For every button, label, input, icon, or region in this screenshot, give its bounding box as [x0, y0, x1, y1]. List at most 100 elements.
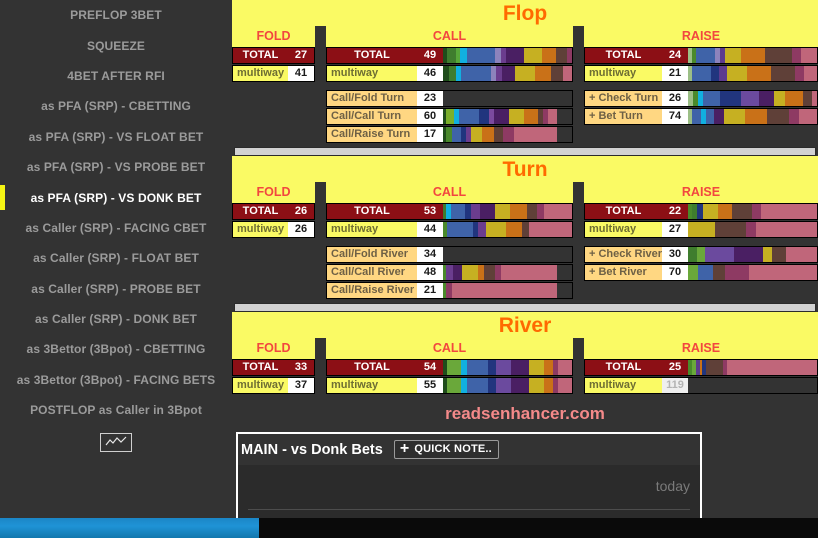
sidebar-item-3[interactable]: as PFA (SRP) - CBETTING: [0, 91, 232, 121]
horizontal-scrollbar[interactable]: [234, 303, 816, 312]
frequency-bar: [688, 91, 817, 106]
group-call: TOTAL 54 multiway 55: [326, 359, 573, 395]
row-value: 17: [417, 127, 443, 142]
data-row[interactable]: TOTAL 22: [584, 203, 818, 220]
sidebar-item-4[interactable]: as PFA (SRP) - VS FLOAT BET: [0, 122, 232, 152]
group-fold: TOTAL 33 multiway 37: [232, 359, 315, 395]
column-header-raise: RAISE: [584, 26, 818, 47]
sidebar-item-1[interactable]: SQUEEZE: [0, 30, 232, 60]
sidebar-item-label: SQUEEZE: [86, 38, 146, 53]
data-row[interactable]: Call/Raise Turn 17: [326, 126, 573, 143]
sidebar-item-8[interactable]: as Caller (SRP) - FLOAT BET: [0, 243, 232, 273]
data-row[interactable]: multiway 41: [232, 65, 315, 82]
sidebar-item-label: as 3Bettor (3Bpot) - FACING BETS: [16, 372, 216, 387]
note-header: MAIN - vs Donk Bets + QUICK NOTE..: [238, 434, 700, 465]
street-section-flop: Flop FOLD CALL RAISE TOTAL 27 multiway 41 TOTAL 4…: [232, 0, 818, 156]
sidebar-item-13[interactable]: POSTFLOP as Caller in 3Bpot: [0, 395, 232, 425]
sidebar-item-6[interactable]: as PFA (SRP) - VS DONK BET: [0, 182, 232, 212]
sidebar-item-label: POSTFLOP as Caller in 3Bpot: [30, 403, 202, 418]
sidebar: PREFLOP 3BET SQUEEZE 4BET AFTER RFI as PFA …: [0, 0, 232, 518]
column-header-call: CALL: [326, 26, 573, 47]
data-row[interactable]: Call/Raise River 21: [326, 282, 573, 299]
wallpaper-patch: [0, 518, 259, 538]
line-chart-icon: [100, 432, 132, 452]
data-row[interactable]: TOTAL 33: [232, 359, 315, 376]
quick-note-label: QUICK NOTE..: [414, 443, 492, 455]
frequency-bar: [688, 222, 817, 237]
sidebar-item-label: as 3Bettor (3Bpot) - CBETTING: [26, 342, 206, 357]
row-value: 54: [417, 360, 443, 375]
frequency-bar: [443, 204, 572, 219]
sidebar-item-10[interactable]: as Caller (SRP) - DONK BET: [0, 304, 232, 334]
row-label: TOTAL: [327, 360, 417, 375]
row-label: multiway: [233, 378, 288, 393]
data-row[interactable]: TOTAL 24: [584, 47, 818, 64]
data-row[interactable]: TOTAL 49: [326, 47, 573, 64]
data-row[interactable]: TOTAL 26: [232, 203, 315, 220]
sidebar-chart-button[interactable]: [0, 425, 232, 459]
data-row[interactable]: + Check River 30: [584, 246, 818, 263]
data-row[interactable]: Call/Call Turn 60: [326, 108, 573, 125]
sidebar-item-12[interactable]: as 3Bettor (3Bpot) - FACING BETS: [0, 365, 232, 395]
frequency-bar: [443, 109, 557, 124]
row-spacer: [584, 239, 818, 246]
row-value: 26: [288, 204, 314, 219]
data-row[interactable]: multiway 44: [326, 221, 573, 238]
data-row[interactable]: multiway 27: [584, 221, 818, 238]
data-row[interactable]: + Check Turn 26: [584, 90, 818, 107]
column-header-call: CALL: [326, 338, 573, 359]
data-row[interactable]: TOTAL 25: [584, 359, 818, 376]
row-label: TOTAL: [233, 360, 288, 375]
row-label: TOTAL: [327, 48, 417, 63]
sidebar-item-9[interactable]: as Caller (SRP) - PROBE BET: [0, 274, 232, 304]
frequency-bar: [443, 360, 572, 375]
sidebar-item-label: as Caller (SRP) - PROBE BET: [31, 281, 201, 296]
data-row[interactable]: Call/Fold Turn 23: [326, 90, 573, 107]
row-label: multiway: [585, 66, 662, 81]
row-label: Call/Call River: [327, 265, 417, 280]
row-label: TOTAL: [585, 48, 662, 63]
data-row[interactable]: multiway 55: [326, 377, 573, 394]
column-header-fold: FOLD: [232, 26, 315, 47]
data-row[interactable]: multiway 46: [326, 65, 573, 82]
note-body[interactable]: today: [238, 465, 700, 518]
data-row[interactable]: + Bet River 70: [584, 264, 818, 281]
sidebar-item-2[interactable]: 4BET AFTER RFI: [0, 61, 232, 91]
column-headers: FOLD CALL RAISE: [232, 182, 818, 203]
data-row[interactable]: multiway 26: [232, 221, 315, 238]
data-row[interactable]: TOTAL 53: [326, 203, 573, 220]
sidebar-item-7[interactable]: as Caller (SRP) - FACING CBET: [0, 213, 232, 243]
row-value: 21: [417, 283, 443, 298]
data-row[interactable]: + Bet Turn 74: [584, 108, 818, 125]
sidebar-item-5[interactable]: as PFA (SRP) - VS PROBE BET: [0, 152, 232, 182]
data-row[interactable]: multiway 119: [584, 377, 818, 394]
frequency-bar: [443, 378, 572, 393]
sidebar-item-11[interactable]: as 3Bettor (3Bpot) - CBETTING: [0, 334, 232, 364]
row-value: 74: [662, 109, 688, 124]
data-row[interactable]: TOTAL 54: [326, 359, 573, 376]
data-row[interactable]: Call/Fold River 34: [326, 246, 573, 263]
frequency-bar: [688, 265, 817, 280]
row-label: + Check River: [585, 247, 662, 262]
frequency-bar: [443, 48, 572, 63]
data-row[interactable]: multiway 21: [584, 65, 818, 82]
sidebar-item-label: PREFLOP 3BET: [70, 8, 162, 23]
data-row[interactable]: Call/Call River 48: [326, 264, 573, 281]
data-row[interactable]: TOTAL 27: [232, 47, 315, 64]
row-value: 26: [288, 222, 314, 237]
horizontal-scrollbar[interactable]: [234, 147, 816, 156]
frequency-bar: [443, 66, 572, 81]
column-gap: [573, 26, 584, 47]
quick-note-button[interactable]: + QUICK NOTE..: [393, 440, 499, 459]
street-section-river: River FOLD CALL RAISE TOTAL 33 multiway 37 TOTAL…: [232, 312, 818, 395]
row-label: multiway: [585, 222, 662, 237]
row-label: multiway: [233, 66, 288, 81]
note-timestamp: today: [655, 478, 690, 494]
street-band: Turn FOLD CALL RAISE: [232, 156, 818, 203]
data-row[interactable]: multiway 37: [232, 377, 315, 394]
desktop-background-strip: [0, 518, 818, 538]
row-value: 46: [417, 66, 443, 81]
sidebar-item-0[interactable]: PREFLOP 3BET: [0, 0, 232, 30]
plus-icon: +: [399, 440, 410, 457]
row-label: Call/Raise Turn: [327, 127, 417, 142]
